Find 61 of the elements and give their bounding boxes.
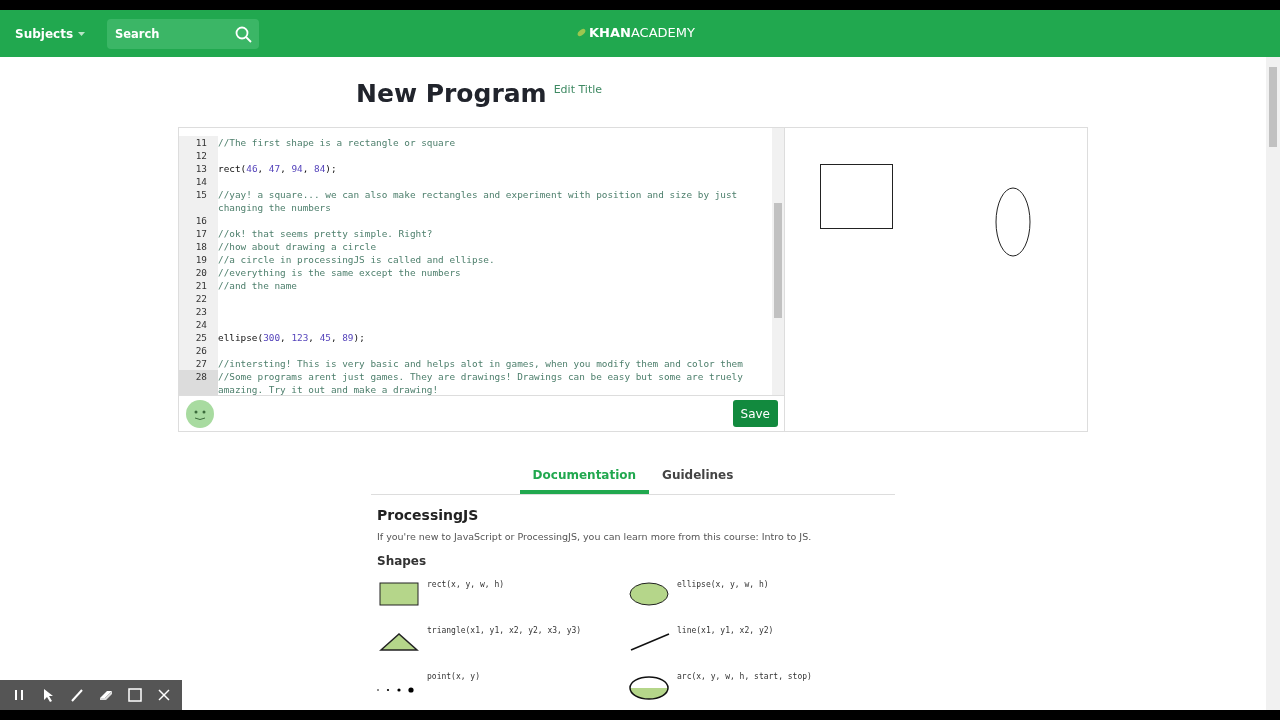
function-signature: arc(x, y, w, h, start, stop) [677, 672, 812, 681]
search-field[interactable]: Search [107, 18, 260, 49]
scrollbar[interactable] [772, 128, 784, 395]
code-line: //intersting! This is very basic and helps alot in games, when you modify them and color them [218, 357, 744, 370]
pen-icon [68, 687, 85, 703]
function-signature: triangle(x1, y1, x2, y2, x3, y3) [427, 626, 582, 635]
dots-icon [377, 687, 414, 693]
code-line: //how about drawing a circle [218, 240, 378, 253]
avatar-icon [185, 398, 215, 429]
line-number: 13 [179, 162, 218, 175]
line-number: 26 [179, 344, 218, 357]
close-button[interactable] [155, 687, 172, 703]
function-signature: line(x1, y1, x2, y2) [677, 626, 774, 635]
rectangle-button[interactable] [126, 687, 143, 703]
save-button[interactable]: Save [732, 400, 778, 427]
line-number: 22 [179, 292, 218, 305]
line-number: 12 [179, 149, 218, 162]
line-number: 14 [179, 175, 218, 188]
intro-text: If you're new to JavaScript or ProcessingJS, you can learn more from this course: Intro to JS. [377, 531, 813, 542]
rectangle-icon [377, 580, 421, 608]
code-line: //The first shape is a rectangle or square [218, 136, 457, 149]
code-line: rect(46, 47, 94, 84); [218, 162, 338, 175]
line-number: 25 [179, 331, 218, 344]
leaf-icon [577, 28, 586, 37]
line-number: 19 [179, 253, 218, 266]
logo-text: KHANACADEMY [589, 25, 695, 40]
ellipse-icon [627, 580, 671, 608]
line-number: 17 [179, 227, 218, 240]
line-number: 18 [179, 240, 218, 253]
search-icon [235, 25, 253, 43]
section-heading: Shapes [377, 554, 428, 568]
line-number: 28 [179, 370, 218, 395]
line-number: 15 [179, 188, 218, 214]
line-number: 24 [179, 318, 218, 331]
line-number: 21 [179, 279, 218, 292]
code-line: //ok! that seems pretty simple. Right? [218, 227, 434, 240]
line-number: 20 [179, 266, 218, 279]
page-scrollbar[interactable] [1266, 57, 1280, 710]
code-line: ellipse(300, 123, 45, 89); [218, 331, 366, 344]
code-line: //a circle in processingJS is called and ellipse. [218, 253, 496, 266]
pen-button[interactable] [68, 687, 85, 703]
subjects-menu[interactable]: Subjects [15, 26, 86, 41]
program-title: New Program [356, 79, 547, 108]
line-number: 11 [179, 136, 218, 149]
line-number: 27 [179, 357, 218, 370]
tab[interactable]: Documentation [519, 462, 650, 494]
function-signature: rect(x, y, w, h) [427, 580, 505, 589]
code-line: //and the name [218, 279, 299, 292]
line-number: 23 [179, 305, 218, 318]
code-line: //yay! a square... we can also make rectangles and experiment with position and size by just changing the numbers [218, 188, 739, 214]
code-line: //Some programs arent just games. They are drawings! Drawings can be easy but some are truely amazing. Try it out and make a drawing! [218, 370, 744, 395]
docs-heading: ProcessingJS [377, 507, 480, 523]
caret-icon [78, 31, 86, 36]
code-line: //everything is the same except the numbers [218, 266, 462, 279]
tab[interactable]: Guidelines [649, 462, 747, 494]
function-signature: ellipse(x, y, w, h) [677, 580, 769, 589]
close-icon [155, 687, 172, 703]
edit-title-link[interactable]: Edit Title [553, 83, 603, 96]
function-signature: point(x, y) [427, 672, 480, 681]
line-number: 16 [179, 214, 218, 227]
rectangle-icon [126, 687, 143, 703]
